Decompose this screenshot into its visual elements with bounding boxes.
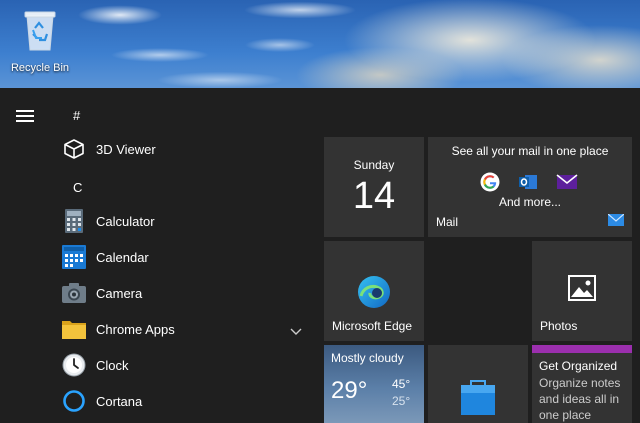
tile-empty-slot bbox=[428, 241, 528, 341]
tile-photos[interactable]: Photos bbox=[532, 241, 632, 341]
app-cortana[interactable]: Cortana bbox=[62, 386, 312, 416]
photos-icon bbox=[568, 275, 596, 306]
tile-weather[interactable]: Mostly cloudy 29° 45° 25° bbox=[324, 345, 424, 423]
tile-label: Mail bbox=[436, 215, 459, 229]
app-clock[interactable]: Clock bbox=[62, 350, 312, 380]
app-label: Chrome Apps bbox=[96, 321, 175, 337]
mail-headline: See all your mail in one place bbox=[451, 144, 609, 158]
recycle-bin-label: Recycle Bin bbox=[10, 62, 70, 74]
section-header-hash[interactable]: # bbox=[73, 108, 80, 123]
folder-icon bbox=[62, 317, 86, 341]
weather-temp: 29° bbox=[331, 377, 368, 404]
google-icon bbox=[480, 172, 500, 197]
outlook-icon bbox=[518, 172, 538, 197]
app-label: 3D Viewer bbox=[96, 141, 156, 157]
get-organized-body: Organize notes and ideas all in one plac… bbox=[539, 376, 621, 422]
app-label: Calculator bbox=[96, 213, 155, 229]
hamburger-menu-icon[interactable] bbox=[16, 110, 34, 124]
store-bag-icon bbox=[459, 379, 497, 422]
app-label: Calendar bbox=[96, 249, 149, 265]
app-3d-viewer[interactable]: 3D Viewer bbox=[62, 134, 312, 164]
chevron-down-icon[interactable] bbox=[290, 323, 302, 341]
cortana-icon bbox=[62, 389, 86, 413]
desktop-wallpaper: Recycle Bin bbox=[0, 0, 640, 88]
tile-get-organized[interactable]: Get Organized Organize notes and ideas a… bbox=[532, 345, 632, 423]
camera-icon bbox=[62, 281, 86, 305]
weather-high: 45° bbox=[392, 377, 411, 391]
cube-icon bbox=[62, 137, 86, 161]
weather-low: 25° bbox=[392, 394, 411, 408]
start-menu: # 3D Viewer C Calculator Calendar Camera… bbox=[0, 88, 640, 423]
app-calendar[interactable]: Calendar bbox=[62, 242, 312, 272]
calculator-icon bbox=[62, 209, 86, 233]
clock-icon bbox=[62, 353, 86, 377]
calendar-day: Sunday bbox=[353, 158, 395, 172]
tile-mail[interactable]: See all your mail in one place And more.… bbox=[428, 137, 632, 237]
recycle-bin-shortcut[interactable]: Recycle Bin bbox=[6, 8, 74, 74]
yahoo-mail-icon bbox=[556, 173, 578, 196]
app-chrome-apps-folder[interactable]: Chrome Apps bbox=[62, 314, 312, 344]
weather-condition: Mostly cloudy bbox=[331, 351, 404, 365]
edge-icon bbox=[357, 275, 391, 314]
calendar-date: 14 bbox=[352, 175, 396, 217]
app-label: Camera bbox=[96, 285, 143, 301]
get-organized-title: Get Organized bbox=[539, 359, 618, 373]
app-label: Clock bbox=[96, 357, 129, 373]
calendar-icon bbox=[62, 245, 86, 269]
tile-calendar[interactable]: Sunday 14 bbox=[324, 137, 424, 237]
mail-envelope-icon bbox=[607, 213, 625, 231]
section-header-c[interactable]: C bbox=[73, 180, 82, 195]
app-label: Cortana bbox=[96, 393, 143, 409]
tile-store[interactable] bbox=[428, 345, 528, 423]
app-calculator[interactable]: Calculator bbox=[62, 206, 312, 236]
tile-microsoft-edge[interactable]: Microsoft Edge bbox=[324, 241, 424, 341]
recycle-bin-icon bbox=[24, 11, 56, 51]
tile-label: Photos bbox=[540, 319, 578, 333]
mail-and-more: And more... bbox=[498, 195, 562, 209]
tile-label: Microsoft Edge bbox=[332, 319, 413, 333]
app-camera[interactable]: Camera bbox=[62, 278, 312, 308]
